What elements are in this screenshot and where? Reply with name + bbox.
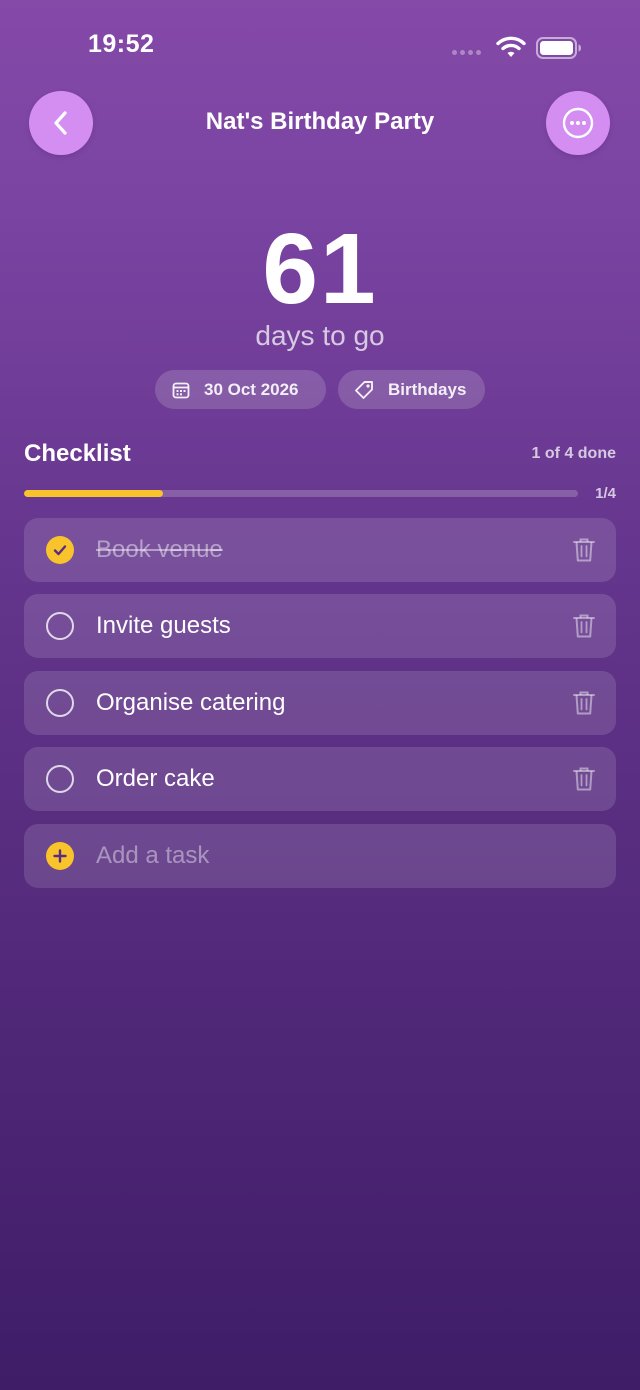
- progress-fill: [24, 490, 163, 497]
- task-label: Book venue: [96, 536, 223, 563]
- page-title: Nat's Birthday Party: [205, 108, 435, 135]
- trash-icon[interactable]: [572, 690, 596, 716]
- trash-icon[interactable]: [572, 766, 596, 792]
- cellular-signal-icon: [452, 50, 481, 55]
- trash-icon[interactable]: [572, 537, 596, 563]
- task-checkbox[interactable]: [46, 612, 74, 640]
- days-remaining-label: days to go: [255, 320, 385, 351]
- progress-fraction: 1/4: [595, 485, 616, 502]
- add-task-input[interactable]: Add a task: [96, 842, 209, 870]
- checklist-title: Checklist: [24, 440, 131, 467]
- ellipsis-circle-icon: [562, 107, 594, 139]
- task-checkbox-checked[interactable]: [46, 536, 74, 564]
- task-row[interactable]: Book venue: [24, 518, 616, 582]
- more-options-button[interactable]: [546, 91, 610, 155]
- battery-icon: [536, 37, 581, 59]
- task-label: Order cake: [96, 765, 215, 792]
- task-checkbox[interactable]: [46, 765, 74, 793]
- category-chip-label: Birthdays: [388, 379, 467, 399]
- task-row[interactable]: Order cake: [24, 747, 616, 811]
- done-count: 1 of 4 done: [531, 445, 616, 462]
- task-row[interactable]: Invite guests: [24, 594, 616, 658]
- task-checkbox[interactable]: [46, 689, 74, 717]
- chevron-left-icon: [54, 111, 67, 135]
- task-label: Invite guests: [96, 612, 231, 639]
- checklist-progress-bar: [24, 490, 578, 497]
- checkmark-icon: [53, 545, 67, 556]
- task-row[interactable]: Organise catering: [24, 671, 616, 735]
- task-label: Organise catering: [96, 689, 286, 716]
- status-time: 19:52: [88, 30, 155, 58]
- trash-icon[interactable]: [572, 613, 596, 639]
- tag-icon: [355, 380, 373, 399]
- days-remaining-number: 61: [262, 213, 378, 325]
- calendar-icon: [172, 382, 190, 398]
- wifi-icon: [496, 36, 526, 57]
- add-task-button[interactable]: [46, 842, 74, 870]
- category-chip[interactable]: Birthdays: [338, 370, 485, 409]
- date-chip[interactable]: 30 Oct 2026: [155, 370, 326, 409]
- back-button[interactable]: [29, 91, 93, 155]
- plus-icon: [53, 849, 67, 863]
- date-chip-label: 30 Oct 2026: [204, 379, 299, 399]
- add-task-row[interactable]: Add a task: [24, 824, 616, 888]
